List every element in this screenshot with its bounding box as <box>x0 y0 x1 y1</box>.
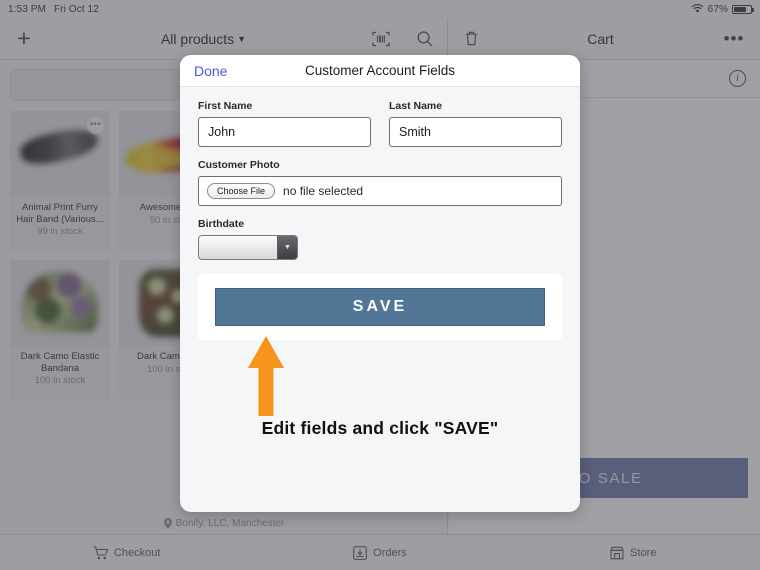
up-arrow-annotation <box>248 336 284 416</box>
customer-photo-label: Customer Photo <box>198 159 280 171</box>
pos-app-screen: 1:53 PM Fri Oct 12 67% + All products▼ <box>0 0 760 570</box>
file-status-label: no file selected <box>283 184 364 198</box>
done-button[interactable]: Done <box>194 63 227 79</box>
birthdate-select[interactable]: ▼ <box>198 235 298 260</box>
customer-account-fields-modal: Done Customer Account Fields First Name … <box>180 55 580 512</box>
dropdown-arrow-icon[interactable]: ▼ <box>277 236 297 259</box>
save-button[interactable]: SAVE <box>215 288 545 326</box>
birthdate-field-group: Birthdate ▼ <box>198 218 562 260</box>
name-fields-row: First Name John Last Name Smith <box>198 100 562 147</box>
choose-file-button[interactable]: Choose File <box>207 183 276 199</box>
customer-photo-field-group: Customer Photo Choose File no file selec… <box>198 159 562 206</box>
last-name-field-group: Last Name Smith <box>389 100 562 147</box>
save-card: SAVE <box>198 274 562 340</box>
first-name-field-group: First Name John <box>198 100 371 147</box>
first-name-label: First Name <box>198 100 253 112</box>
last-name-label: Last Name <box>389 100 443 112</box>
birthdate-value <box>199 236 277 259</box>
first-name-input[interactable]: John <box>198 117 371 147</box>
last-name-input[interactable]: Smith <box>389 117 562 147</box>
modal-header: Done Customer Account Fields <box>180 55 580 87</box>
instruction-text: Edit fields and click "SAVE" <box>261 418 499 438</box>
customer-photo-file-input[interactable]: Choose File no file selected <box>198 176 562 206</box>
modal-title: Customer Account Fields <box>304 63 456 78</box>
modal-body: First Name John Last Name Smith Customer… <box>180 87 580 260</box>
birthdate-label: Birthdate <box>198 218 245 230</box>
